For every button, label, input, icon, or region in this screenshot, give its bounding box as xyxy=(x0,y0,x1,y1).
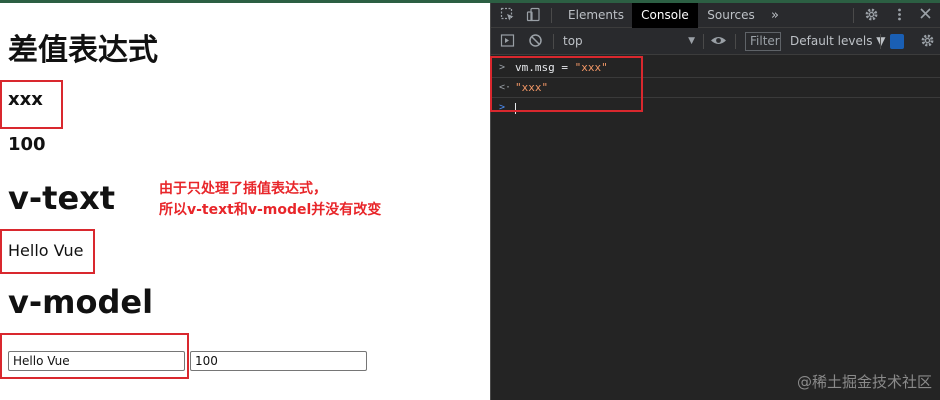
toolbar-separator-3 xyxy=(735,34,736,49)
toolbar-separator-2 xyxy=(703,34,704,49)
close-glyph xyxy=(920,8,931,19)
device-toolbar-icon[interactable] xyxy=(525,7,542,24)
screenshot-frame: 差值表达式 xxx 100 v-text 由于只处理了插值表达式， 所以v-te… xyxy=(0,0,940,400)
tab-console[interactable]: Console xyxy=(632,3,698,28)
device-toolbar-glyph xyxy=(526,7,540,22)
expr-string: "xxx" xyxy=(574,61,608,74)
tabbar-separator xyxy=(551,8,552,23)
tabbar-separator-right xyxy=(853,8,854,23)
input-prompt-icon: > xyxy=(499,62,506,73)
vue-page: 差值表达式 xxx 100 v-text 由于只处理了插值表达式， 所以v-te… xyxy=(0,3,490,400)
console-output[interactable]: > vm.msg = "xxx" <· "xxx" > xyxy=(491,55,940,400)
annotation-note: 由于只处理了插值表达式， 所以v-text和v-model并没有改变 xyxy=(159,179,381,221)
text-cursor xyxy=(515,103,516,114)
kebab-menu-icon[interactable] xyxy=(891,7,908,24)
clear-console-glyph xyxy=(529,34,542,47)
heading-interpolation: 差值表达式 xyxy=(8,33,158,68)
console-result-value: "xxx" xyxy=(515,81,549,94)
watermark: @稀土掘金技术社区 xyxy=(796,373,932,391)
heading-vtext: v-text xyxy=(8,179,116,217)
devtools-tabbar: Elements Console Sources » xyxy=(491,3,940,28)
console-prompt-line[interactable]: > xyxy=(491,98,940,118)
clear-console-icon[interactable] xyxy=(527,33,544,50)
annotation-line-1: 由于只处理了插值表达式， xyxy=(159,181,327,197)
tab-elements[interactable]: Elements xyxy=(561,3,631,28)
kebab-menu-glyph xyxy=(898,8,901,21)
inspect-element-glyph xyxy=(500,7,514,21)
close-devtools-icon[interactable] xyxy=(917,7,934,24)
msg-interpolation-value: xxx xyxy=(8,89,43,110)
vmodel-msg-input[interactable] xyxy=(8,351,185,371)
more-tabs-icon[interactable]: » xyxy=(764,3,786,28)
expr-left: vm.msg = xyxy=(515,61,575,74)
sidebar-toggle-icon[interactable] xyxy=(499,33,516,50)
sidebar-toggle-glyph xyxy=(500,34,515,47)
live-expression-eye-icon[interactable] xyxy=(710,33,727,50)
tab-sources[interactable]: Sources xyxy=(699,3,763,28)
prompt-caret-icon: > xyxy=(499,102,506,113)
num-interpolation-value: 100 xyxy=(8,134,46,155)
vtext-value: Hello Vue xyxy=(8,241,84,260)
chevron-down-icon: ▼ xyxy=(688,36,695,46)
annotation-line-2: 所以v-text和v-model并没有改变 xyxy=(159,202,382,218)
console-input-code: vm.msg = "xxx" xyxy=(515,58,608,78)
settings-gear-glyph xyxy=(865,8,878,21)
heading-vmodel: v-model xyxy=(8,283,154,321)
eye-glyph xyxy=(711,37,726,44)
result-arrow-icon: <· xyxy=(499,82,512,93)
filter-input[interactable]: Filter xyxy=(745,32,781,51)
issues-badge-icon[interactable] xyxy=(890,34,904,49)
context-selector[interactable]: top ▼ xyxy=(563,32,695,51)
context-selector-value: top xyxy=(563,34,583,48)
console-input-line: > vm.msg = "xxx" xyxy=(491,58,940,78)
console-result-line: <· "xxx" xyxy=(491,78,940,98)
log-levels-dropdown[interactable]: Default levels ▼ xyxy=(790,32,886,51)
inspect-element-icon[interactable] xyxy=(499,7,516,24)
console-settings-gear-glyph xyxy=(921,34,934,47)
console-settings-gear-icon[interactable] xyxy=(919,33,936,50)
vmodel-num-input[interactable] xyxy=(190,351,367,371)
toolbar-separator xyxy=(553,34,554,49)
console-toolbar: top ▼ Filter Default levels ▼ xyxy=(491,28,940,55)
settings-gear-icon[interactable] xyxy=(863,7,880,24)
toolbar-separator-4 xyxy=(880,34,881,49)
devtools-panel: Elements Console Sources » top ▼ Filter … xyxy=(490,3,940,400)
